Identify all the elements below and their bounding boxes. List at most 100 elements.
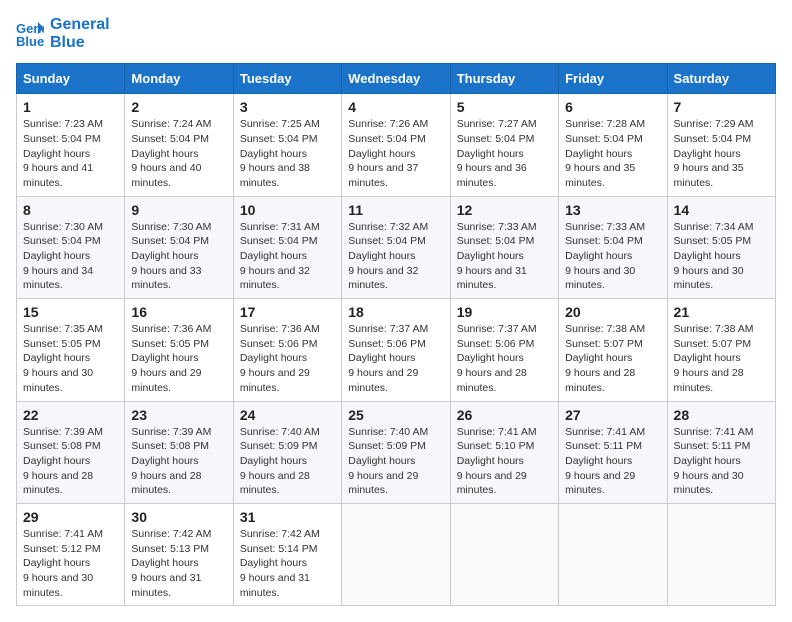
calendar-cell xyxy=(342,503,450,605)
calendar-cell: 15 Sunrise: 7:35 AM Sunset: 5:05 PM Dayl… xyxy=(17,299,125,401)
day-info: Sunrise: 7:37 AM Sunset: 5:06 PM Dayligh… xyxy=(348,322,443,395)
day-number: 17 xyxy=(240,304,335,320)
week-row-3: 15 Sunrise: 7:35 AM Sunset: 5:05 PM Dayl… xyxy=(17,299,776,401)
weekday-header-sunday: Sunday xyxy=(17,64,125,94)
calendar-cell xyxy=(450,503,558,605)
weekday-header-thursday: Thursday xyxy=(450,64,558,94)
calendar-cell: 13 Sunrise: 7:33 AM Sunset: 5:04 PM Dayl… xyxy=(559,196,667,298)
day-info: Sunrise: 7:42 AM Sunset: 5:14 PM Dayligh… xyxy=(240,527,335,600)
weekday-header-monday: Monday xyxy=(125,64,233,94)
day-number: 1 xyxy=(23,99,118,115)
week-row-5: 29 Sunrise: 7:41 AM Sunset: 5:12 PM Dayl… xyxy=(17,503,776,605)
day-number: 11 xyxy=(348,202,443,218)
day-number: 14 xyxy=(674,202,769,218)
day-info: Sunrise: 7:28 AM Sunset: 5:04 PM Dayligh… xyxy=(565,117,660,190)
day-number: 21 xyxy=(674,304,769,320)
calendar-cell: 14 Sunrise: 7:34 AM Sunset: 5:05 PM Dayl… xyxy=(667,196,775,298)
day-info: Sunrise: 7:40 AM Sunset: 5:09 PM Dayligh… xyxy=(240,425,335,498)
calendar-cell: 6 Sunrise: 7:28 AM Sunset: 5:04 PM Dayli… xyxy=(559,94,667,196)
day-info: Sunrise: 7:33 AM Sunset: 5:04 PM Dayligh… xyxy=(565,220,660,293)
day-number: 12 xyxy=(457,202,552,218)
day-number: 15 xyxy=(23,304,118,320)
day-number: 18 xyxy=(348,304,443,320)
day-info: Sunrise: 7:29 AM Sunset: 5:04 PM Dayligh… xyxy=(674,117,769,190)
day-info: Sunrise: 7:39 AM Sunset: 5:08 PM Dayligh… xyxy=(23,425,118,498)
calendar-body: 1 Sunrise: 7:23 AM Sunset: 5:04 PM Dayli… xyxy=(17,94,776,606)
calendar-cell: 18 Sunrise: 7:37 AM Sunset: 5:06 PM Dayl… xyxy=(342,299,450,401)
day-info: Sunrise: 7:23 AM Sunset: 5:04 PM Dayligh… xyxy=(23,117,118,190)
calendar-cell: 10 Sunrise: 7:31 AM Sunset: 5:04 PM Dayl… xyxy=(233,196,341,298)
day-info: Sunrise: 7:30 AM Sunset: 5:04 PM Dayligh… xyxy=(23,220,118,293)
day-info: Sunrise: 7:40 AM Sunset: 5:09 PM Dayligh… xyxy=(348,425,443,498)
calendar-cell: 2 Sunrise: 7:24 AM Sunset: 5:04 PM Dayli… xyxy=(125,94,233,196)
day-number: 27 xyxy=(565,407,660,423)
day-number: 22 xyxy=(23,407,118,423)
week-row-4: 22 Sunrise: 7:39 AM Sunset: 5:08 PM Dayl… xyxy=(17,401,776,503)
day-number: 20 xyxy=(565,304,660,320)
calendar-cell: 9 Sunrise: 7:30 AM Sunset: 5:04 PM Dayli… xyxy=(125,196,233,298)
weekday-header-wednesday: Wednesday xyxy=(342,64,450,94)
day-info: Sunrise: 7:41 AM Sunset: 5:12 PM Dayligh… xyxy=(23,527,118,600)
page-header: General Blue GeneralBlue xyxy=(16,16,776,51)
calendar-cell: 11 Sunrise: 7:32 AM Sunset: 5:04 PM Dayl… xyxy=(342,196,450,298)
weekday-header-tuesday: Tuesday xyxy=(233,64,341,94)
logo-text: GeneralBlue xyxy=(50,16,110,51)
day-info: Sunrise: 7:32 AM Sunset: 5:04 PM Dayligh… xyxy=(348,220,443,293)
day-number: 3 xyxy=(240,99,335,115)
day-info: Sunrise: 7:41 AM Sunset: 5:11 PM Dayligh… xyxy=(565,425,660,498)
calendar-cell xyxy=(559,503,667,605)
day-info: Sunrise: 7:38 AM Sunset: 5:07 PM Dayligh… xyxy=(565,322,660,395)
day-info: Sunrise: 7:42 AM Sunset: 5:13 PM Dayligh… xyxy=(131,527,226,600)
calendar-cell: 21 Sunrise: 7:38 AM Sunset: 5:07 PM Dayl… xyxy=(667,299,775,401)
weekday-header-friday: Friday xyxy=(559,64,667,94)
day-number: 19 xyxy=(457,304,552,320)
day-number: 25 xyxy=(348,407,443,423)
day-number: 13 xyxy=(565,202,660,218)
day-number: 6 xyxy=(565,99,660,115)
calendar-cell: 23 Sunrise: 7:39 AM Sunset: 5:08 PM Dayl… xyxy=(125,401,233,503)
week-row-2: 8 Sunrise: 7:30 AM Sunset: 5:04 PM Dayli… xyxy=(17,196,776,298)
day-number: 24 xyxy=(240,407,335,423)
calendar-cell: 24 Sunrise: 7:40 AM Sunset: 5:09 PM Dayl… xyxy=(233,401,341,503)
day-number: 2 xyxy=(131,99,226,115)
day-number: 5 xyxy=(457,99,552,115)
day-info: Sunrise: 7:36 AM Sunset: 5:06 PM Dayligh… xyxy=(240,322,335,395)
calendar-cell: 5 Sunrise: 7:27 AM Sunset: 5:04 PM Dayli… xyxy=(450,94,558,196)
day-number: 28 xyxy=(674,407,769,423)
day-number: 23 xyxy=(131,407,226,423)
calendar-cell: 30 Sunrise: 7:42 AM Sunset: 5:13 PM Dayl… xyxy=(125,503,233,605)
logo: General Blue GeneralBlue xyxy=(16,16,110,51)
weekday-header-row: SundayMondayTuesdayWednesdayThursdayFrid… xyxy=(17,64,776,94)
day-number: 29 xyxy=(23,509,118,525)
calendar-cell: 22 Sunrise: 7:39 AM Sunset: 5:08 PM Dayl… xyxy=(17,401,125,503)
day-info: Sunrise: 7:36 AM Sunset: 5:05 PM Dayligh… xyxy=(131,322,226,395)
day-info: Sunrise: 7:37 AM Sunset: 5:06 PM Dayligh… xyxy=(457,322,552,395)
calendar-cell: 16 Sunrise: 7:36 AM Sunset: 5:05 PM Dayl… xyxy=(125,299,233,401)
day-info: Sunrise: 7:30 AM Sunset: 5:04 PM Dayligh… xyxy=(131,220,226,293)
day-info: Sunrise: 7:34 AM Sunset: 5:05 PM Dayligh… xyxy=(674,220,769,293)
calendar-cell: 31 Sunrise: 7:42 AM Sunset: 5:14 PM Dayl… xyxy=(233,503,341,605)
calendar-cell: 3 Sunrise: 7:25 AM Sunset: 5:04 PM Dayli… xyxy=(233,94,341,196)
day-info: Sunrise: 7:27 AM Sunset: 5:04 PM Dayligh… xyxy=(457,117,552,190)
day-info: Sunrise: 7:35 AM Sunset: 5:05 PM Dayligh… xyxy=(23,322,118,395)
day-number: 16 xyxy=(131,304,226,320)
calendar-cell: 27 Sunrise: 7:41 AM Sunset: 5:11 PM Dayl… xyxy=(559,401,667,503)
calendar-cell: 8 Sunrise: 7:30 AM Sunset: 5:04 PM Dayli… xyxy=(17,196,125,298)
day-number: 7 xyxy=(674,99,769,115)
day-info: Sunrise: 7:33 AM Sunset: 5:04 PM Dayligh… xyxy=(457,220,552,293)
logo-icon: General Blue xyxy=(16,20,44,48)
calendar-table: SundayMondayTuesdayWednesdayThursdayFrid… xyxy=(16,63,776,606)
calendar-cell: 1 Sunrise: 7:23 AM Sunset: 5:04 PM Dayli… xyxy=(17,94,125,196)
day-info: Sunrise: 7:38 AM Sunset: 5:07 PM Dayligh… xyxy=(674,322,769,395)
day-number: 9 xyxy=(131,202,226,218)
calendar-cell: 4 Sunrise: 7:26 AM Sunset: 5:04 PM Dayli… xyxy=(342,94,450,196)
calendar-cell: 29 Sunrise: 7:41 AM Sunset: 5:12 PM Dayl… xyxy=(17,503,125,605)
day-number: 8 xyxy=(23,202,118,218)
weekday-header-saturday: Saturday xyxy=(667,64,775,94)
day-info: Sunrise: 7:24 AM Sunset: 5:04 PM Dayligh… xyxy=(131,117,226,190)
calendar-cell: 17 Sunrise: 7:36 AM Sunset: 5:06 PM Dayl… xyxy=(233,299,341,401)
calendar-cell: 12 Sunrise: 7:33 AM Sunset: 5:04 PM Dayl… xyxy=(450,196,558,298)
calendar-cell: 7 Sunrise: 7:29 AM Sunset: 5:04 PM Dayli… xyxy=(667,94,775,196)
day-number: 30 xyxy=(131,509,226,525)
day-info: Sunrise: 7:41 AM Sunset: 5:11 PM Dayligh… xyxy=(674,425,769,498)
